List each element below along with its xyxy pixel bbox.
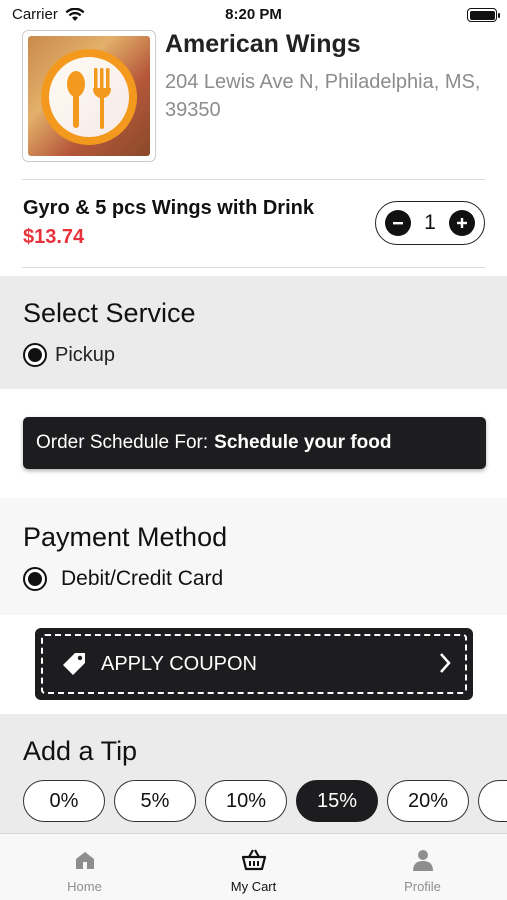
status-bar: Carrier 8:20 PM (0, 0, 507, 30)
tab-my-cart[interactable]: My Cart (169, 834, 338, 900)
payment-title: Payment Method (23, 522, 228, 552)
pickup-label: Pickup (55, 343, 116, 366)
schedule-button[interactable]: Order Schedule For: Schedule your food (23, 417, 486, 469)
tab-label-home: Home (67, 879, 102, 894)
divider (22, 179, 485, 180)
card-label: Debit/Credit Card (61, 567, 224, 590)
card-option[interactable]: Debit/Credit Card (23, 567, 223, 591)
basket-icon (241, 849, 266, 871)
tab-profile[interactable]: Profile (338, 834, 507, 900)
apply-coupon-button[interactable]: APPLY COUPON (35, 628, 473, 700)
divider (22, 267, 485, 268)
increase-button[interactable] (449, 210, 475, 236)
decrease-button[interactable] (385, 210, 411, 236)
radio-selected-icon (23, 567, 47, 591)
home-icon (75, 852, 94, 869)
quantity-value: 1 (424, 211, 436, 234)
item-price: $13.74 (23, 226, 85, 248)
fork-spoon-icon (41, 49, 137, 145)
tip-option-15[interactable]: 15% (296, 780, 378, 822)
minus-icon (393, 222, 403, 225)
plus-icon (457, 218, 467, 228)
tip-option-0[interactable]: 0% (23, 780, 105, 822)
tab-label-my-cart: My Cart (230, 879, 277, 894)
chevron-right-icon (440, 653, 451, 673)
restaurant-name: American Wings (165, 30, 361, 58)
restaurant-address: 204 Lewis Ave N, Philadelphia, MS, 39350 (165, 71, 481, 121)
tab-label-profile: Profile (404, 879, 441, 894)
quantity-stepper: 1 (375, 201, 485, 245)
pickup-option[interactable]: Pickup (23, 343, 115, 367)
tag-icon (63, 653, 85, 675)
clock: 8:20 PM (225, 6, 282, 23)
restaurant-header: American Wings 204 Lewis Ave N, Philadel… (0, 28, 507, 178)
service-title: Select Service (23, 298, 196, 328)
coupon-label: APPLY COUPON (101, 652, 257, 675)
payment-section: Payment Method Debit/Credit Card (0, 498, 507, 615)
tip-option-5[interactable]: 5% (114, 780, 196, 822)
service-section: Select Service Pickup (0, 276, 507, 389)
tip-title: Add a Tip (23, 736, 138, 766)
tip-option-more[interactable] (478, 780, 507, 822)
item-name: Gyro & 5 pcs Wings with Drink (23, 197, 314, 219)
radio-selected-icon (23, 343, 47, 367)
tip-option-20[interactable]: 20% (387, 780, 469, 822)
tip-options: 0% 5% 10% 15% 20% (23, 780, 507, 822)
battery-icon (467, 8, 500, 22)
tab-home[interactable]: Home (0, 834, 169, 900)
tip-option-10[interactable]: 10% (205, 780, 287, 822)
schedule-value: Schedule your food (214, 432, 392, 453)
tab-bar: Home My Cart Profile (0, 833, 507, 900)
schedule-prefix: Order Schedule For: (36, 432, 209, 453)
restaurant-logo (22, 30, 156, 162)
person-icon (412, 850, 433, 871)
